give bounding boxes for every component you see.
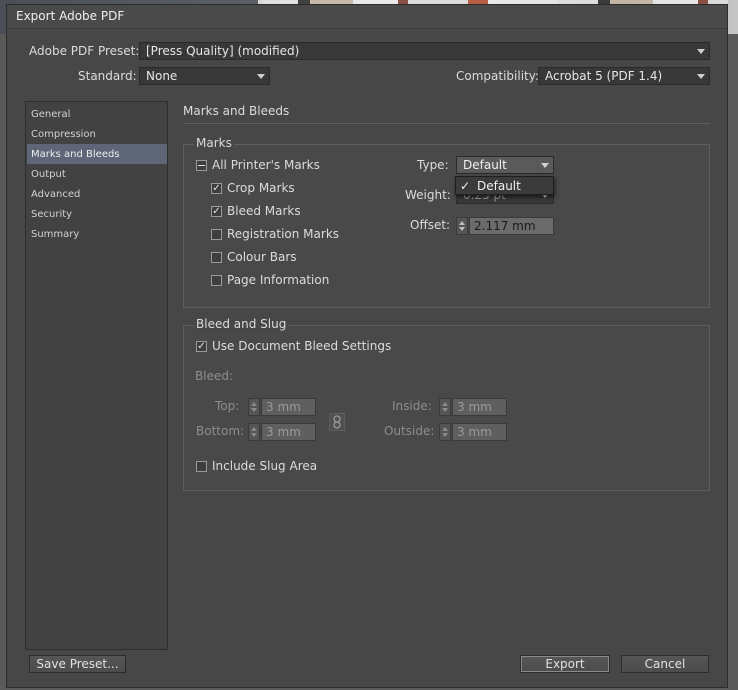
standard-dropdown[interactable]: None: [139, 67, 270, 85]
bleed-marks-label: Bleed Marks: [227, 204, 301, 218]
sidebar-item-compression[interactable]: Compression: [27, 124, 167, 144]
sidebar-item-marks-and-bleeds[interactable]: Marks and Bleeds: [27, 144, 167, 164]
offset-stepper[interactable]: [456, 217, 468, 235]
page-information-label: Page Information: [227, 273, 330, 287]
top-field[interactable]: 3 mm: [261, 398, 316, 416]
inside-label: Inside:: [392, 399, 432, 413]
bleed-marks-checkbox[interactable]: ✓: [211, 206, 222, 217]
all-printers-marks-checkbox[interactable]: [196, 160, 207, 171]
chevron-down-icon: [541, 163, 549, 168]
section-divider: [183, 123, 710, 124]
dropdown-separator: [537, 159, 538, 171]
compatibility-label: Compatibility:: [456, 69, 540, 83]
cancel-button[interactable]: Cancel: [621, 655, 709, 673]
bottom-stepper[interactable]: [248, 423, 260, 441]
compatibility-dropdown[interactable]: Acrobat 5 (PDF 1.4): [538, 67, 710, 85]
type-dropdown[interactable]: Default: [456, 156, 554, 174]
marks-group-title: Marks: [194, 136, 234, 150]
chevron-down-icon: [697, 49, 705, 54]
top-label: Top:: [215, 399, 240, 413]
type-menu-option-default[interactable]: Default: [477, 179, 521, 193]
colour-bars-label: Colour Bars: [227, 250, 297, 264]
indeterminate-dash-icon: [198, 165, 205, 166]
sidebar-item-general[interactable]: General: [27, 104, 167, 124]
offset-field[interactable]: 2.117 mm: [469, 217, 554, 235]
window-title: Export Adobe PDF: [16, 9, 125, 23]
compatibility-value: Acrobat 5 (PDF 1.4): [545, 69, 663, 83]
check-icon: ✓: [197, 341, 206, 352]
type-value: Default: [463, 158, 507, 172]
bottom-label: Bottom:: [196, 424, 245, 438]
colour-bars-checkbox[interactable]: [211, 252, 222, 263]
offset-label: Offset:: [410, 218, 451, 232]
sidebar-item-summary[interactable]: Summary: [27, 224, 167, 244]
preset-label: Adobe PDF Preset:: [29, 44, 140, 58]
type-label: Type:: [417, 158, 449, 172]
save-preset-button[interactable]: Save Preset...: [29, 655, 126, 673]
preset-dropdown[interactable]: [Press Quality] (modified): [139, 42, 710, 60]
bleed-label: Bleed:: [195, 369, 233, 383]
sidebar-item-output[interactable]: Output: [27, 164, 167, 184]
preset-value: [Press Quality] (modified): [146, 44, 300, 58]
weight-label: Weight:: [405, 188, 451, 202]
outside-stepper[interactable]: [439, 423, 451, 441]
top-stepper[interactable]: [248, 398, 260, 416]
inside-field[interactable]: 3 mm: [452, 398, 507, 416]
crop-marks-checkbox[interactable]: ✓: [211, 183, 222, 194]
registration-marks-label: Registration Marks: [227, 227, 340, 241]
use-document-bleed-checkbox[interactable]: ✓: [196, 341, 207, 352]
include-slug-label: Include Slug Area: [212, 459, 318, 473]
outside-label: Outside:: [384, 424, 435, 438]
standard-value: None: [146, 69, 178, 83]
type-dropdown-menu: ✓ Default: [455, 176, 554, 195]
page-information-checkbox[interactable]: [211, 275, 222, 286]
chevron-down-icon: [697, 74, 705, 79]
use-document-bleed-label: Use Document Bleed Settings: [212, 339, 392, 353]
bleed-slug-group-title: Bleed and Slug: [194, 317, 289, 331]
include-slug-checkbox[interactable]: [196, 461, 207, 472]
check-icon: ✓: [212, 183, 221, 194]
chain-icon-graphic: [333, 415, 341, 429]
sidebar-item-advanced[interactable]: Advanced: [27, 184, 167, 204]
chevron-down-icon: [257, 74, 265, 79]
section-title: Marks and Bleeds: [183, 104, 290, 118]
registration-marks-checkbox[interactable]: [211, 229, 222, 240]
sidebar-item-security[interactable]: Security: [27, 204, 167, 224]
crop-marks-label: Crop Marks: [227, 181, 295, 195]
standard-label: Standard:: [78, 69, 137, 83]
check-icon: ✓: [460, 179, 471, 193]
bottom-field[interactable]: 3 mm: [261, 423, 316, 441]
sidebar: General Compression Marks and Bleeds Out…: [25, 101, 168, 650]
check-icon: ✓: [212, 206, 221, 217]
inside-stepper[interactable]: [439, 398, 451, 416]
outside-field[interactable]: 3 mm: [452, 423, 507, 441]
export-button[interactable]: Export: [520, 655, 610, 673]
link-chain-icon[interactable]: [329, 413, 345, 431]
all-printers-marks-label: All Printer's Marks: [212, 158, 320, 172]
